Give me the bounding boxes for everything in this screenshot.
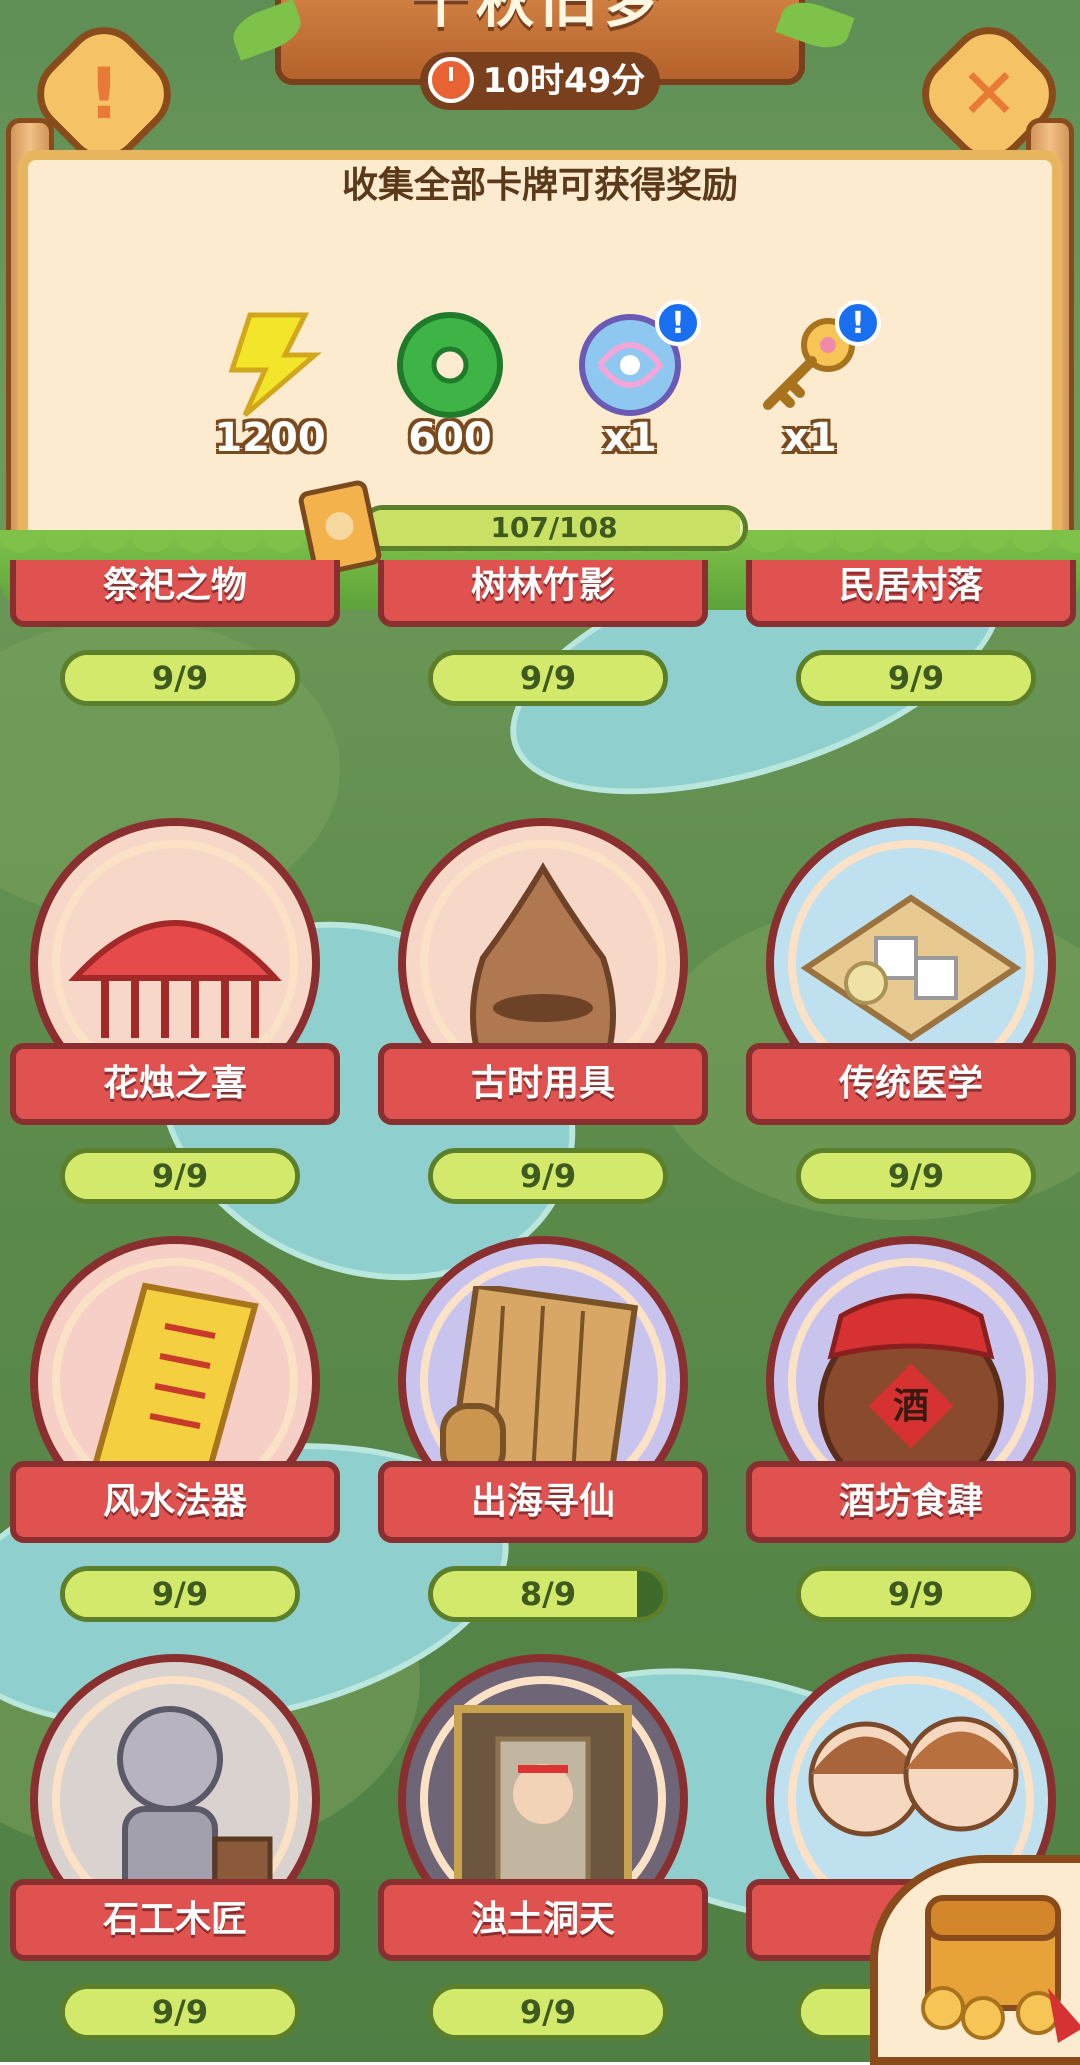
category-name: 石工木匠	[10, 1879, 340, 1961]
reward-orb[interactable]: ! x1	[555, 300, 705, 480]
category-progress: 8/9	[428, 1566, 668, 1622]
category-name: 传统医学	[746, 1043, 1076, 1125]
category-card-zhuotu[interactable]: 浊土洞天 9/9	[378, 1654, 708, 2054]
category-progress: 9/9	[428, 650, 668, 706]
category-progress: 9/9	[796, 650, 1036, 706]
category-card-huazhu[interactable]: 花烛之喜 9/9	[10, 818, 340, 1218]
reward-key[interactable]: ! x1	[735, 300, 885, 480]
category-progress: 9/9	[796, 1148, 1036, 1204]
reward-label: x1	[603, 415, 657, 461]
category-progress: 9/9	[428, 1148, 668, 1204]
reward-label: 1200	[214, 415, 326, 461]
category-card-shigong[interactable]: 石工木匠 9/9	[10, 1654, 340, 2054]
medicine-package-icon	[800, 894, 1022, 1043]
event-title: 千秋旧梦	[411, 0, 668, 35]
timer-text: 10时49分	[482, 61, 646, 101]
category-card-fengshui[interactable]: 风水法器 9/9	[10, 1236, 340, 1636]
category-name: 出海寻仙	[378, 1461, 708, 1543]
category-progress: 9/9	[60, 1984, 300, 2040]
reward-label: x1	[783, 415, 837, 461]
category-progress: 9/9	[60, 1566, 300, 1622]
category-progress: 9/9	[796, 1566, 1036, 1622]
reward-energy[interactable]: 1200	[195, 310, 345, 480]
alert-badge-icon: !	[655, 300, 701, 346]
category-card-chuantong[interactable]: 传统医学 9/9	[746, 818, 1076, 1218]
category-name: 酒坊食肆	[746, 1461, 1076, 1543]
collection-progress-text: 107/108	[490, 511, 618, 544]
category-progress: 9/9	[428, 1984, 668, 2040]
category-progress: 9/9	[60, 1148, 300, 1204]
category-name: 风水法器	[10, 1461, 340, 1543]
category-card-gushi[interactable]: 古时用具 9/9	[378, 818, 708, 1218]
reward-panel-title: 收集全部卡牌可获得奖励	[341, 165, 738, 206]
category-name: 民居村落	[746, 560, 1076, 627]
category-name: 祭祀之物	[10, 560, 340, 627]
category-card-minju[interactable]: 民居村落 9/9	[746, 560, 1076, 720]
collection-progress-bar: 107/108	[360, 505, 748, 551]
category-name: 浊土洞天	[378, 1879, 708, 1961]
alert-badge-icon: !	[835, 300, 881, 346]
jade-coin-icon	[397, 312, 503, 418]
comb-icon	[68, 920, 282, 1039]
bamboo-scroll-icon	[440, 1286, 639, 1487]
exclamation-icon: !	[88, 53, 120, 135]
reward-jade[interactable]: 600	[375, 310, 525, 480]
energy-bolt-icon	[228, 312, 322, 417]
category-card-chuhai[interactable]: 出海寻仙 8/9	[378, 1236, 708, 1636]
category-grid: 祭祀之物 9/9 树林竹影 9/9 民居村落 9/9 花烛之喜 9/9 古时用具	[0, 560, 1080, 2062]
treasure-chest-button[interactable]	[870, 1855, 1080, 2065]
wine-char: 酒	[893, 1386, 929, 1427]
event-timer: 10时49分	[420, 52, 660, 110]
category-name: 花烛之喜	[10, 1043, 340, 1125]
category-name: 古时用具	[378, 1043, 708, 1125]
category-card-jiufang[interactable]: 酒 酒坊食肆 9/9	[746, 1236, 1076, 1636]
treasure-chest-icon	[921, 1895, 1080, 2043]
category-name: 树林竹影	[378, 560, 708, 627]
reward-label: 600	[408, 415, 492, 461]
category-progress: 9/9	[60, 650, 300, 706]
category-card-shulin[interactable]: 树林竹影 9/9	[378, 560, 708, 720]
clock-icon	[428, 57, 474, 103]
reward-panel	[18, 150, 1062, 560]
category-card-jisi[interactable]: 祭祀之物 9/9	[10, 560, 340, 720]
